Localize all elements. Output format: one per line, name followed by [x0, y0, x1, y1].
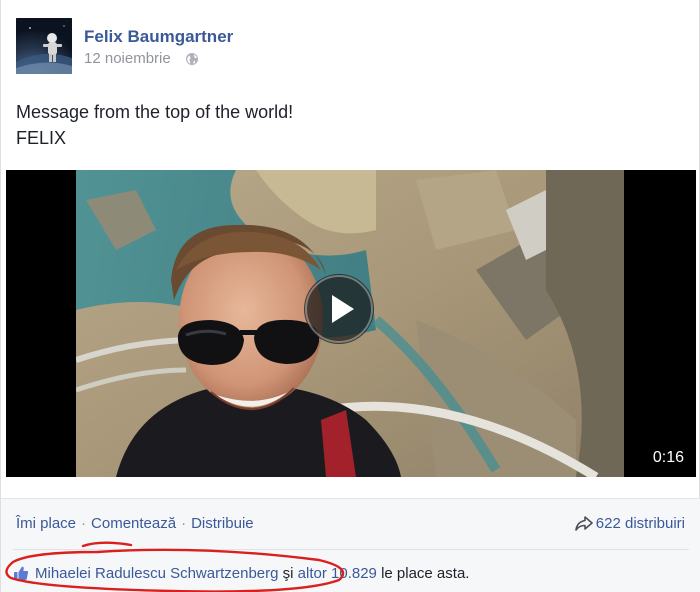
post-message-line: FELIX — [16, 128, 67, 148]
author-avatar[interactable] — [16, 18, 72, 74]
comment-link[interactable]: Comentează — [91, 515, 176, 532]
globe-icon[interactable] — [185, 52, 199, 66]
like-link[interactable]: Îmi place — [16, 515, 76, 532]
shares-count[interactable]: 622 distribuiri — [574, 515, 685, 532]
other-likers-link[interactable]: altor 10.829 — [298, 565, 377, 582]
post-card: Felix Baumgartner 12 noiembrie Message f… — [0, 0, 700, 592]
divider — [13, 549, 689, 550]
likes-summary: Mihaelei Radulescu Schwartzenberg şi alt… — [13, 565, 469, 582]
play-button[interactable] — [304, 274, 374, 344]
share-link[interactable]: Distribuie — [191, 515, 254, 532]
separator: · — [81, 515, 87, 532]
likes-suffix: le place asta. — [381, 565, 470, 582]
separator: · — [181, 515, 187, 532]
post-message-line: Message from the top of the world! — [16, 102, 294, 122]
video-player[interactable]: 0:16 — [6, 170, 696, 477]
post-message: Message from the top of the world! FELIX — [16, 99, 293, 151]
video-duration: 0:16 — [652, 449, 684, 466]
post-actions: Îmi place · Comentează · Distribuie — [16, 515, 254, 532]
avatar-image — [16, 18, 72, 74]
author-name[interactable]: Felix Baumgartner — [84, 27, 233, 47]
share-arrow-icon — [574, 516, 593, 531]
play-icon — [305, 275, 373, 343]
thumbs-up-icon — [14, 566, 29, 580]
likes-connector: şi — [282, 565, 294, 582]
post-actions-bar: Îmi place · Comentează · Distribuie 622 dist… — [1, 498, 700, 592]
liker-name-link[interactable]: Mihaelei Radulescu Schwartzenberg — [35, 565, 278, 582]
shares-count-label: 622 distribuiri — [595, 515, 685, 532]
post-date[interactable]: 12 noiembrie — [84, 50, 171, 67]
